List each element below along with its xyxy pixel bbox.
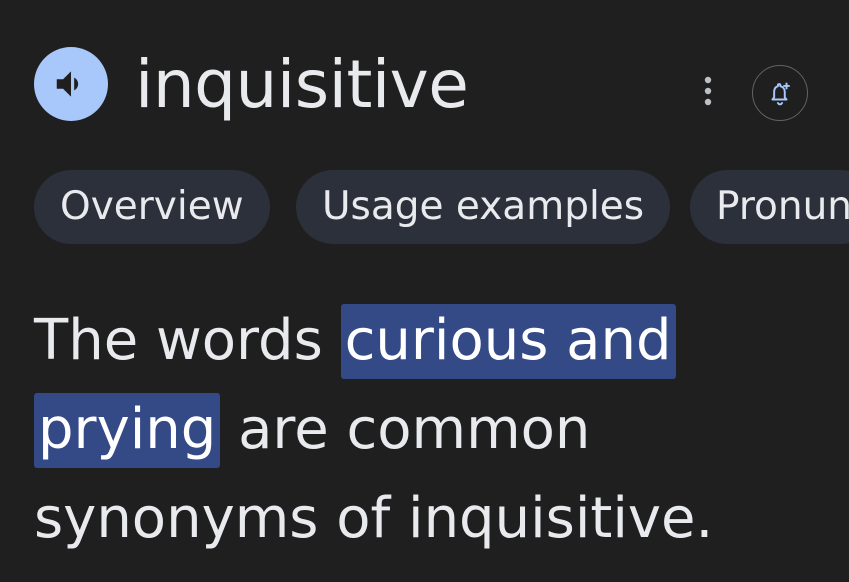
tab-usage-examples[interactable]: Usage examples — [296, 170, 671, 244]
synonyms-sentence: The words curious and prying are common … — [34, 296, 834, 563]
tab-overview[interactable]: Overview — [34, 170, 270, 244]
pronounce-button[interactable] — [34, 47, 108, 121]
sentence-prefix: The words — [34, 308, 341, 373]
add-alert-icon — [771, 82, 790, 106]
add-alert-button[interactable] — [752, 65, 808, 121]
tab-bar: Overview Usage examples Pronun — [0, 170, 849, 246]
volume-up-icon — [56, 71, 79, 97]
tab-pronunciation[interactable]: Pronun — [690, 170, 849, 244]
more-vert-icon — [704, 76, 712, 106]
word-title: inquisitive — [135, 46, 469, 123]
more-options-button[interactable] — [694, 74, 722, 108]
